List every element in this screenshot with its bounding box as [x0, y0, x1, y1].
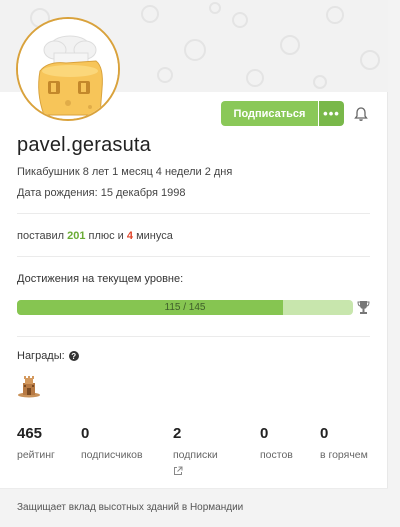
- progress-text: 115 / 145: [164, 302, 206, 313]
- external-link-icon[interactable]: [173, 466, 183, 476]
- stat-label: постов: [260, 449, 293, 461]
- profile-status-text: Защищает вклад высотных зданий в Норманд…: [17, 502, 244, 513]
- scrollbar[interactable]: [388, 0, 400, 527]
- username: pavel.gerasuta: [17, 134, 152, 156]
- profile-actions: Подписаться •••: [221, 101, 369, 126]
- subscribe-button[interactable]: Подписаться: [221, 101, 318, 126]
- avatar[interactable]: [16, 17, 120, 121]
- castle-award-icon[interactable]: [17, 374, 41, 398]
- tenure-text: Пикабушник 8 лет 1 месяц 4 недели 2 дня: [17, 166, 233, 178]
- stat-label: подписчиков: [81, 449, 143, 461]
- plus-count: 201: [67, 230, 86, 242]
- votes-summary: поставил 201 плюс и 4 минуса: [17, 230, 173, 242]
- stat-value: 0: [260, 425, 269, 442]
- votes-middle: плюс и: [85, 230, 127, 242]
- stat-rating: 465 рейтинг: [17, 425, 55, 463]
- stat-value: 2: [173, 425, 182, 442]
- achievement-progress-bar: 115 / 145: [17, 300, 353, 315]
- stat-value: 465: [17, 425, 43, 442]
- stat-subscriptions[interactable]: 2 подписки: [173, 425, 218, 476]
- divider: [17, 256, 370, 257]
- stat-hot[interactable]: 0 в горячем: [320, 425, 370, 463]
- divider: [17, 213, 370, 214]
- stat-value: 0: [81, 425, 90, 442]
- stat-label: подписки: [173, 449, 218, 461]
- divider: [17, 336, 370, 337]
- votes-suffix: минуса: [133, 230, 173, 242]
- awards-header: Награды: ?: [17, 350, 79, 362]
- profile-card: Подписаться ••• pavel.gerasuta Пикабушни…: [0, 0, 388, 527]
- stat-label: рейтинг: [17, 449, 55, 461]
- stat-value: 0: [320, 425, 329, 442]
- question-circle-icon[interactable]: ?: [68, 351, 79, 361]
- birthday-text: Дата рождения: 15 декабря 1998: [17, 187, 186, 199]
- profile-footer: Защищает вклад высотных зданий в Норманд…: [0, 488, 388, 527]
- trophy-icon[interactable]: [357, 300, 370, 315]
- stat-subscribers[interactable]: 0 подписчиков: [81, 425, 143, 463]
- votes-prefix: поставил: [17, 230, 68, 242]
- achievements-title: Достижения на текущем уровне:: [17, 273, 184, 285]
- awards-title: Награды:: [17, 350, 65, 362]
- stat-label: в горячем: [320, 449, 368, 461]
- more-menu-button[interactable]: •••: [319, 101, 344, 126]
- stat-posts[interactable]: 0 постов: [260, 425, 293, 463]
- bell-icon[interactable]: [353, 106, 369, 122]
